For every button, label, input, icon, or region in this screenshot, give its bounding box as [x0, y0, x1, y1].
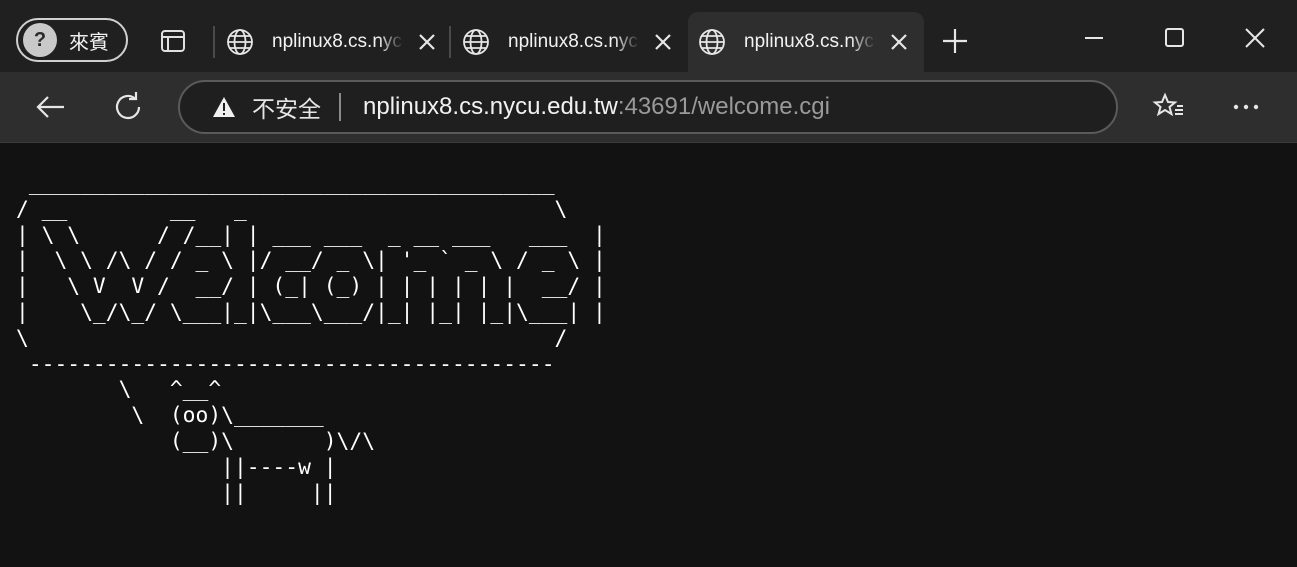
tab-separator [213, 26, 215, 58]
url-text[interactable]: nplinux8.cs.nycu.edu.tw:43691/welcome.cg… [363, 93, 830, 121]
more-options-button[interactable] [1228, 89, 1264, 125]
refresh-button[interactable] [110, 89, 146, 125]
back-arrow-icon [36, 96, 64, 118]
close-icon[interactable] [652, 31, 674, 53]
tab-actions-icon[interactable] [158, 26, 188, 56]
back-button[interactable] [32, 89, 68, 125]
close-window-button[interactable] [1237, 20, 1273, 56]
browser-window: ? 來賓 nplinux8.cs.nycu.edu.tw [0, 0, 1297, 567]
tab-2[interactable]: nplinux8.cs.nycu.edu.tw [452, 12, 684, 72]
new-tab-icon[interactable] [940, 26, 970, 56]
globe-icon [227, 29, 253, 55]
warning-icon[interactable] [212, 95, 236, 119]
tab-title: nplinux8.cs.nycu.edu.tw [272, 31, 404, 52]
url-path: :43691/welcome.cgi [617, 93, 830, 120]
address-bar[interactable]: 不安全 nplinux8.cs.nycu.edu.tw:43691/welcom… [178, 80, 1118, 134]
profile-label: 來賓 [69, 31, 109, 54]
url-host: nplinux8.cs.nycu.edu.tw [363, 93, 618, 120]
cowsay-welcome-art: ________________________________________… [16, 171, 606, 506]
security-label[interactable]: 不安全 [252, 90, 321, 124]
tab-separator [449, 26, 451, 58]
tab-1[interactable]: nplinux8.cs.nycu.edu.tw [216, 12, 448, 72]
navigation-toolbar: 不安全 nplinux8.cs.nycu.edu.tw:43691/welcom… [0, 72, 1297, 143]
maximize-icon [1165, 28, 1184, 47]
globe-icon [463, 29, 489, 55]
page-content: ________________________________________… [0, 143, 1297, 567]
tab-strip: ? 來賓 nplinux8.cs.nycu.edu.tw [0, 0, 1297, 72]
tab-title: nplinux8.cs.nycu.edu.tw [508, 31, 640, 52]
favorites-star-icon [1152, 92, 1183, 117]
close-icon [1245, 28, 1265, 48]
more-dots-icon [1233, 104, 1259, 110]
tab-3-active[interactable]: nplinux8.cs.nycu.edu.tw [688, 12, 924, 72]
minimize-button[interactable] [1076, 20, 1112, 56]
minimize-icon [1085, 37, 1103, 39]
person-icon: ? [23, 23, 57, 57]
profile-button[interactable]: ? 來賓 [16, 18, 128, 62]
close-icon[interactable] [416, 31, 438, 53]
globe-icon [699, 29, 725, 55]
refresh-icon [115, 92, 141, 120]
maximize-button[interactable] [1156, 20, 1192, 56]
address-divider [339, 93, 341, 121]
close-icon[interactable] [888, 31, 910, 53]
tab-title: nplinux8.cs.nycu.edu.tw [744, 31, 876, 52]
favorites-button[interactable] [1151, 89, 1187, 125]
